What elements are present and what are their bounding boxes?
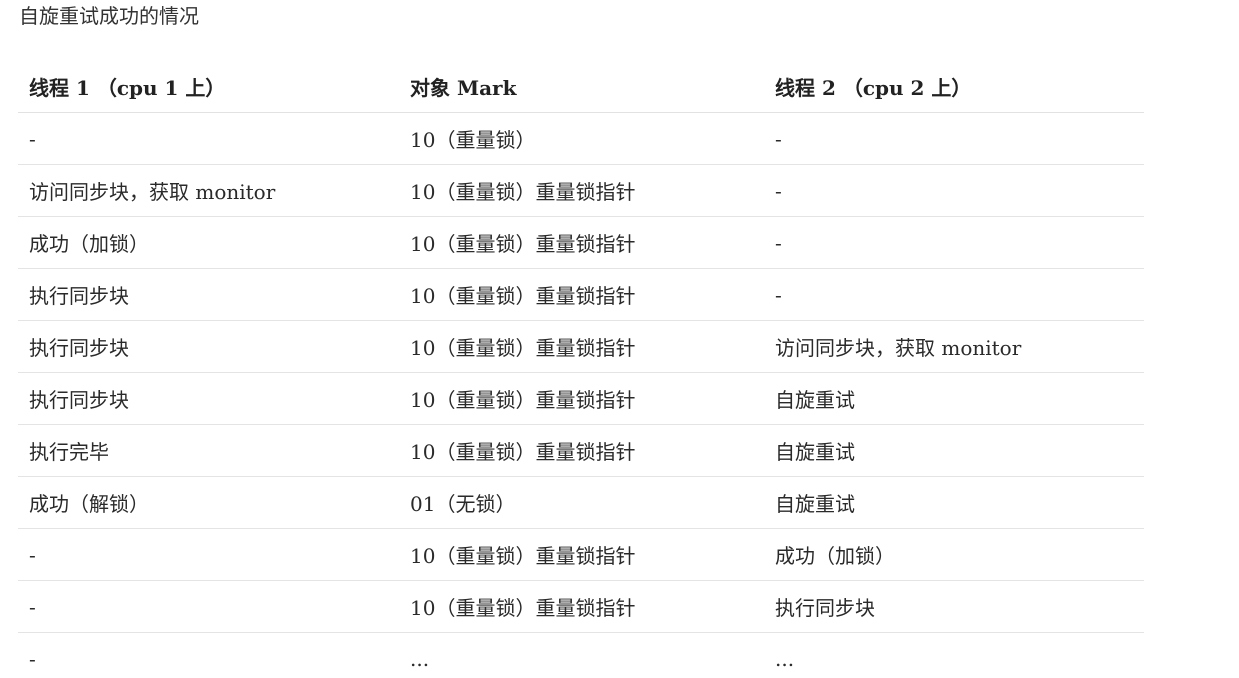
cell-object-mark: 10（重量锁）重量锁指针: [399, 268, 764, 321]
cell-object-mark: ...: [410, 646, 430, 671]
table-row: 执行同步块 10（重量锁）重量锁指针 自旋重试: [18, 372, 1144, 425]
cell-thread-1: -: [18, 112, 399, 165]
page-title: 自旋重试成功的情况: [19, 4, 199, 28]
table-row: 成功（解锁） 01（无锁） 自旋重试: [18, 476, 1144, 529]
cell-object-mark: 10（重量锁）重量锁指针: [399, 320, 764, 373]
table-row: - 10（重量锁）重量锁指针 执行同步块: [18, 580, 1144, 633]
cell-object-mark: 10（重量锁）重量锁指针: [399, 424, 764, 477]
table-row: 执行同步块 10（重量锁）重量锁指针 访问同步块，获取 monitor: [18, 320, 1144, 373]
cell-thread-2: -: [764, 268, 1144, 321]
table-row: 成功（加锁） 10（重量锁）重量锁指针 -: [18, 216, 1144, 269]
cell-object-mark: 10（重量锁）重量锁指针: [399, 216, 764, 269]
cell-thread-1: 执行完毕: [18, 424, 399, 477]
cell-thread-1: 执行同步块: [18, 372, 399, 425]
lock-state-table: 线程 1 （cpu 1 上） 对象 Mark 线程 2 （cpu 2 上） - …: [18, 60, 1144, 678]
cell-thread-2: 访问同步块，获取 monitor: [764, 320, 1144, 373]
cell-thread-2: 自旋重试: [764, 476, 1144, 529]
table-row: - ... ...: [18, 633, 1144, 678]
cell-object-mark: 10（重量锁）重量锁指针: [399, 372, 764, 425]
cell-object-mark: 10（重量锁）: [399, 112, 764, 165]
cell-thread-1: -: [18, 580, 399, 633]
table-header-row: 线程 1 （cpu 1 上） 对象 Mark 线程 2 （cpu 2 上）: [18, 60, 1144, 113]
cell-object-mark: 10（重量锁）重量锁指针: [399, 528, 764, 581]
table-row: 执行同步块 10（重量锁）重量锁指针 -: [18, 268, 1144, 321]
cell-thread-2: 自旋重试: [764, 372, 1144, 425]
header-object-mark: 对象 Mark: [399, 60, 764, 113]
cell-thread-2: -: [764, 112, 1144, 165]
cell-object-mark: 01（无锁）: [399, 476, 764, 529]
cell-thread-2: -: [764, 216, 1144, 269]
table-row: - 10（重量锁） -: [18, 112, 1144, 165]
table-row: 访问同步块，获取 monitor 10（重量锁）重量锁指针 -: [18, 164, 1144, 217]
cell-thread-2: 成功（加锁）: [764, 528, 1144, 581]
header-thread-2: 线程 2 （cpu 2 上）: [764, 60, 1144, 113]
table-row: - 10（重量锁）重量锁指针 成功（加锁）: [18, 528, 1144, 581]
cell-thread-1: 执行同步块: [18, 320, 399, 373]
cell-thread-1: 成功（解锁）: [18, 476, 399, 529]
cell-object-mark: 10（重量锁）重量锁指针: [399, 580, 764, 633]
table-row: 执行完毕 10（重量锁）重量锁指针 自旋重试: [18, 424, 1144, 477]
cell-thread-1: 访问同步块，获取 monitor: [18, 164, 399, 217]
cell-thread-2: ...: [775, 646, 795, 671]
cell-object-mark: 10（重量锁）重量锁指针: [399, 164, 764, 217]
cell-thread-2: -: [764, 164, 1144, 217]
cell-thread-2: 自旋重试: [764, 424, 1144, 477]
cell-thread-1: 成功（加锁）: [18, 216, 399, 269]
cell-thread-2: 执行同步块: [764, 580, 1144, 633]
cell-thread-1: 执行同步块: [18, 268, 399, 321]
cell-thread-1: -: [29, 646, 36, 671]
header-thread-1: 线程 1 （cpu 1 上）: [18, 60, 399, 113]
cell-thread-1: -: [18, 528, 399, 581]
